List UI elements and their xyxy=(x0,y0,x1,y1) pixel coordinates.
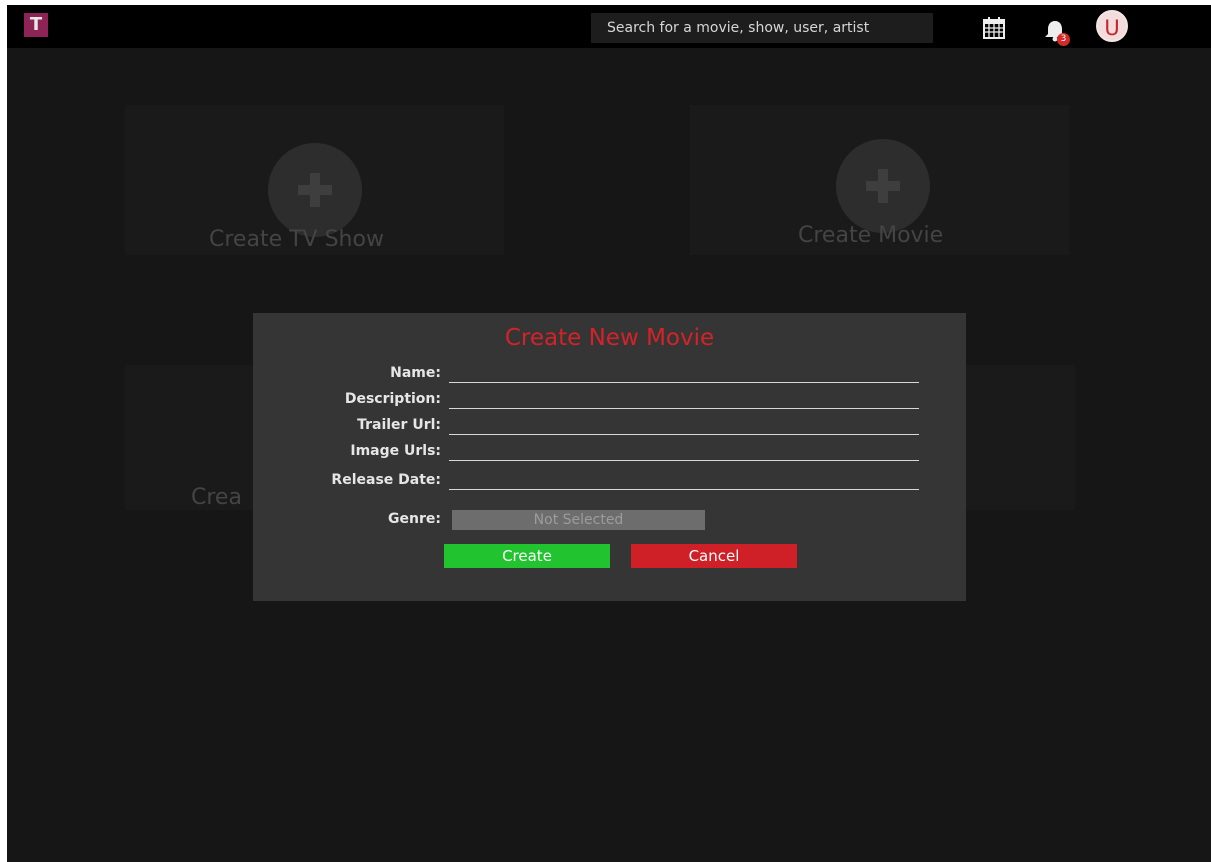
description-input[interactable] xyxy=(449,387,919,409)
description-label: Description: xyxy=(344,391,441,407)
calendar-icon[interactable] xyxy=(983,17,1005,39)
image-urls-label: Image Urls: xyxy=(350,443,441,459)
create-button[interactable]: Create xyxy=(444,544,610,568)
release-date-input[interactable] xyxy=(449,468,919,490)
plus-icon xyxy=(836,139,930,233)
trailer-url-label: Trailer Url: xyxy=(357,417,441,433)
create-movie-card[interactable]: Create Movie xyxy=(690,105,1069,255)
dialog-title: Create New Movie xyxy=(504,325,715,351)
app-logo[interactable]: T xyxy=(24,13,48,37)
plus-icon xyxy=(268,143,362,237)
user-avatar[interactable]: U xyxy=(1096,10,1128,42)
trailer-url-input[interactable] xyxy=(449,413,919,435)
create-movie-dialog: Create New Movie Name: Description: Trai… xyxy=(253,313,966,601)
name-label: Name: xyxy=(390,365,441,381)
top-bar: T 3 U xyxy=(7,5,1211,48)
notification-badge: 3 xyxy=(1057,33,1070,46)
app-window: T 3 U Create TV Show Create Movie Crea xyxy=(7,5,1211,862)
create-other-label: Crea xyxy=(191,485,242,510)
create-movie-label: Create Movie xyxy=(798,223,944,248)
genre-select[interactable]: Not Selected xyxy=(452,510,705,530)
release-date-label: Release Date: xyxy=(331,472,441,488)
image-urls-input[interactable] xyxy=(449,439,919,461)
create-tv-show-label: Create TV Show xyxy=(209,227,384,252)
genre-label: Genre: xyxy=(388,511,441,527)
search-input[interactable] xyxy=(591,13,933,43)
cancel-button[interactable]: Cancel xyxy=(631,544,797,568)
create-tv-show-card[interactable]: Create TV Show xyxy=(125,105,504,255)
name-input[interactable] xyxy=(449,361,919,383)
